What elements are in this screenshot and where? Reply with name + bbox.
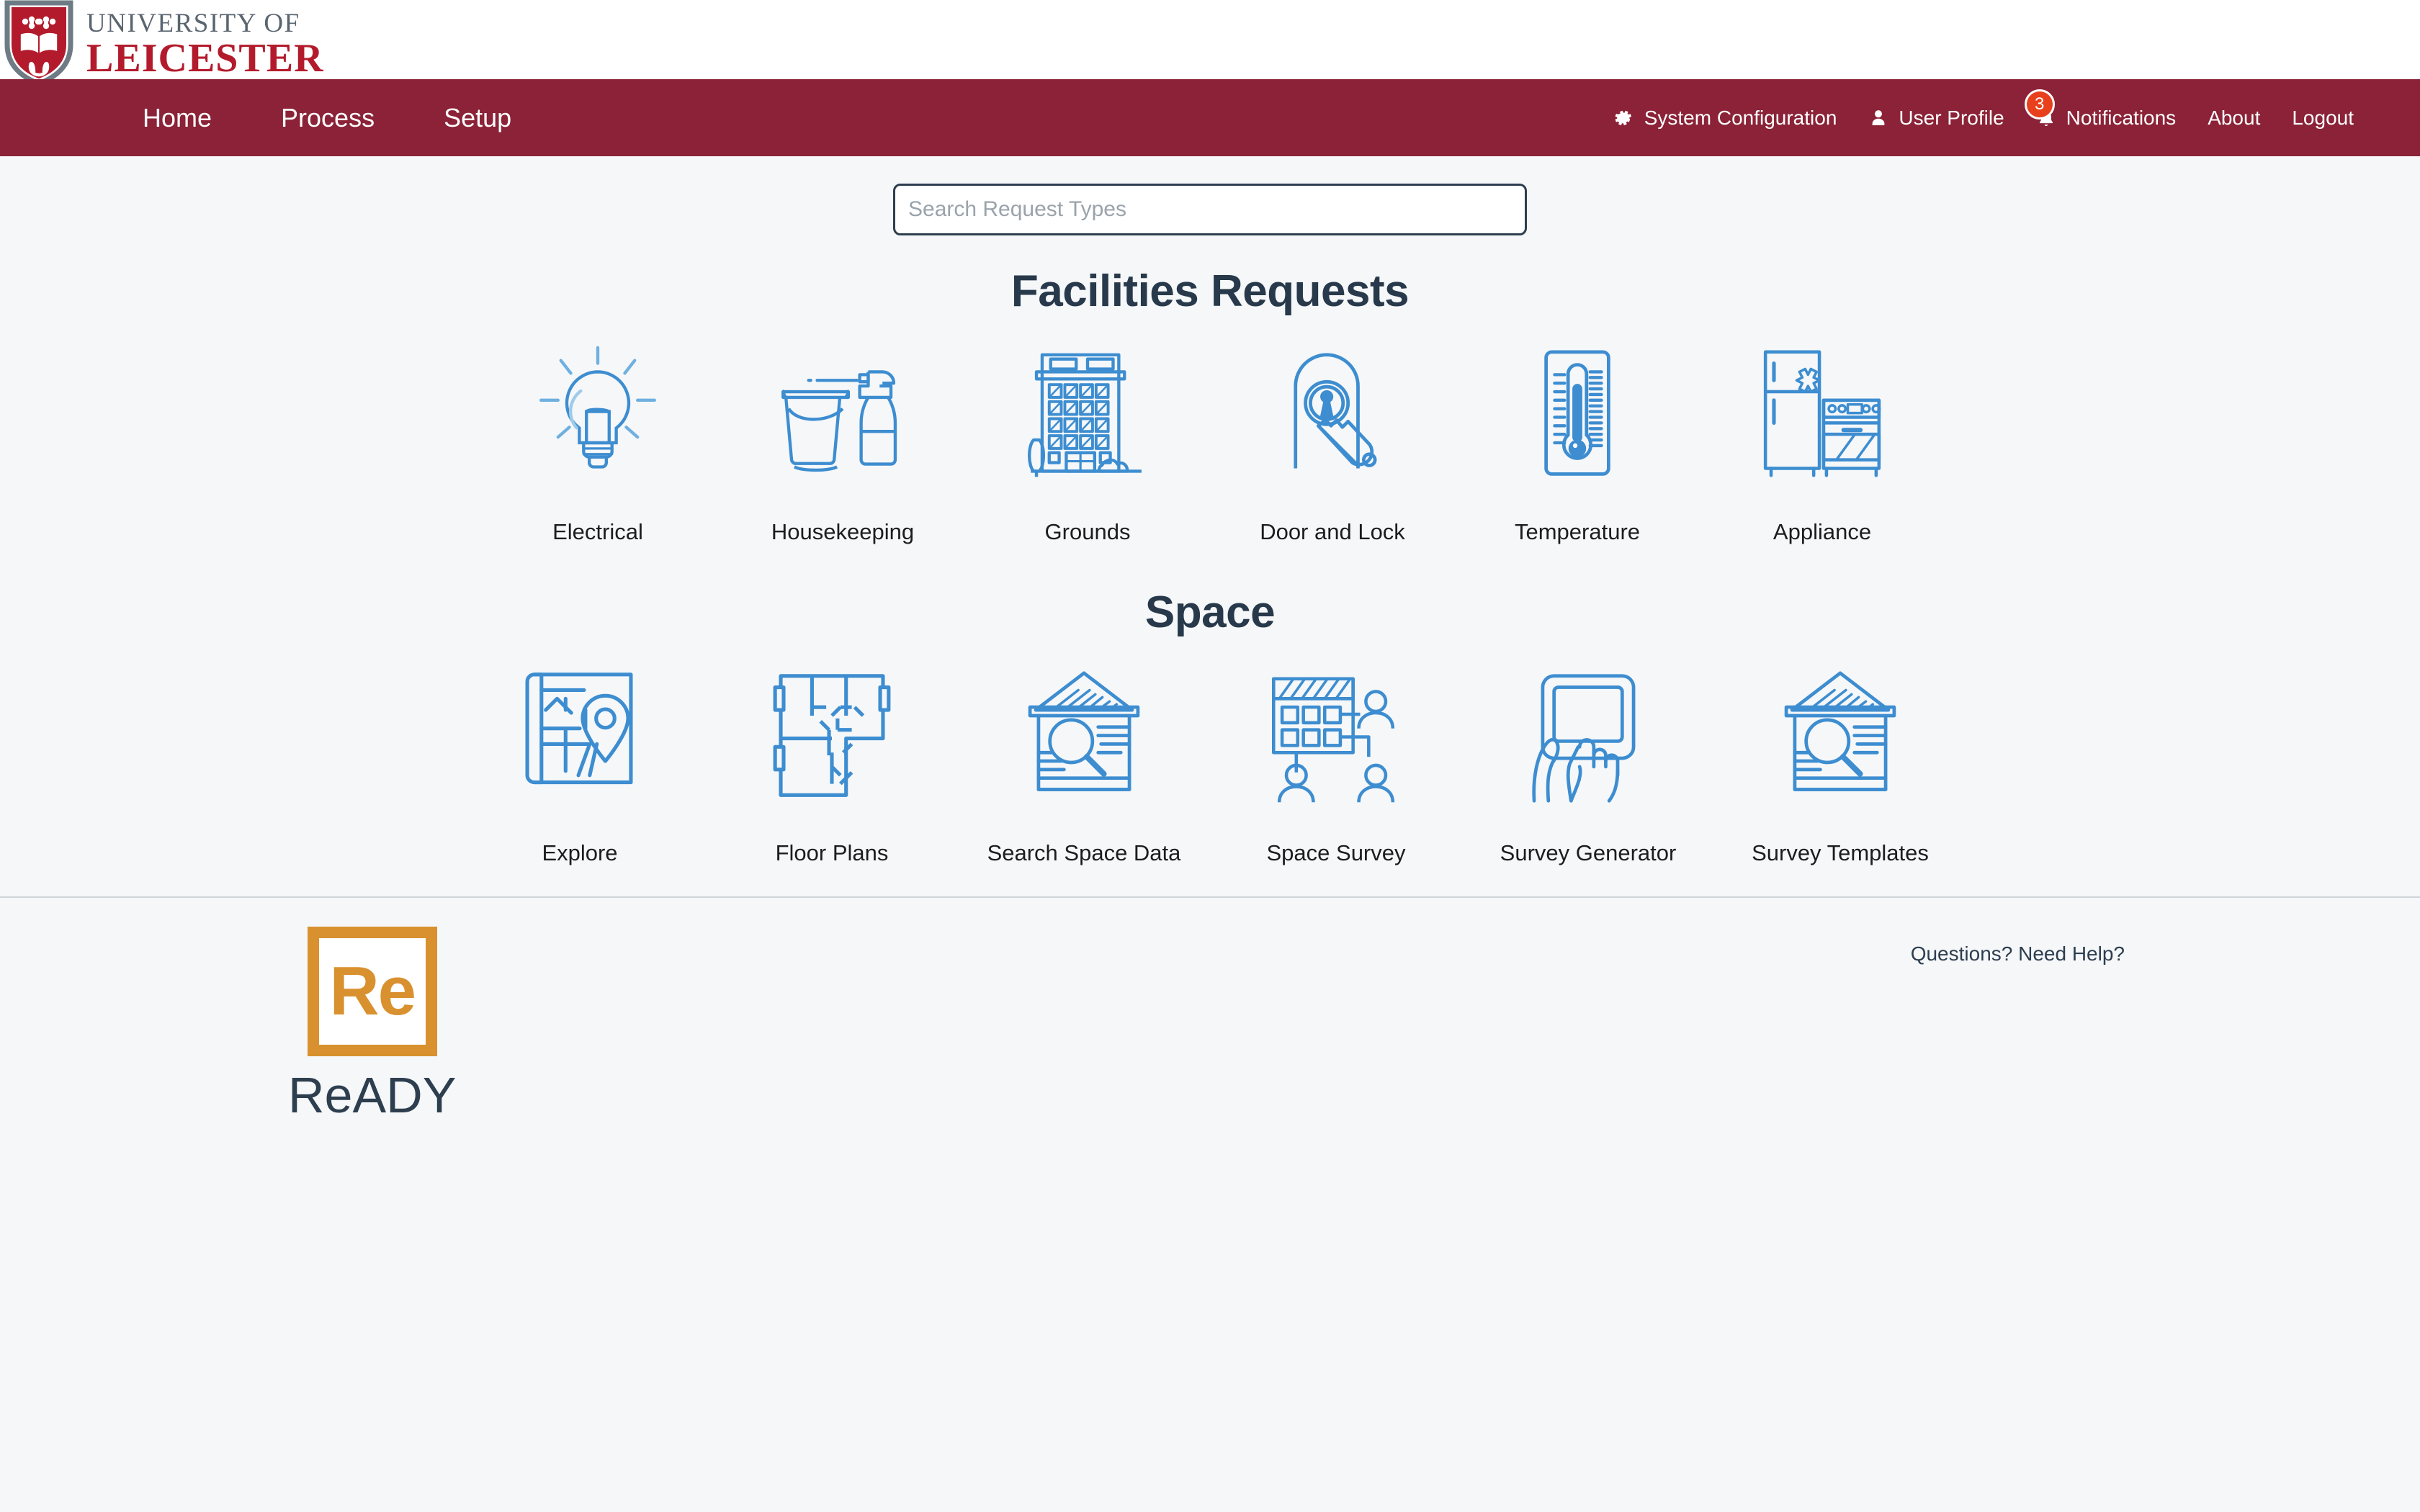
facilities-requests-tiles: Electrical Housekeeping Grounds Door and… (0, 324, 2420, 545)
search-input[interactable] (893, 184, 1527, 235)
tile-label: Grounds (1044, 519, 1131, 544)
tile-survey-generator[interactable]: Survey Generator (1462, 645, 1714, 866)
nav-item-logout[interactable]: Logout (2276, 107, 2370, 130)
tile-survey-templates[interactable]: Survey Templates (1714, 645, 1966, 866)
tile-appliance[interactable]: Appliance (1700, 324, 1945, 545)
nav-label-user-profile: User Profile (1899, 106, 2004, 129)
building-people-icon (1264, 661, 1408, 816)
nav-label-system-configuration: System Configuration (1644, 106, 1837, 129)
hand-tablet-icon (1516, 661, 1660, 816)
gear-icon (1613, 107, 1634, 129)
tile-explore[interactable]: Explore (454, 645, 706, 866)
ready-logo: Re ReADY (288, 927, 456, 1124)
ready-wordmark: ReADY (288, 1067, 457, 1123)
wordmark-line-1: UNIVERSITY OF (86, 9, 300, 38)
tile-space-survey[interactable]: Space Survey (1210, 645, 1462, 866)
map-pin-icon (508, 661, 652, 816)
tile-label: Survey Templates (1752, 840, 1929, 865)
user-icon (1868, 107, 1888, 129)
tile-label: Appliance (1773, 519, 1872, 544)
nav-item-setup[interactable]: Setup (409, 103, 546, 133)
tile-label: Floor Plans (775, 840, 889, 865)
bucket-spray-bottle-icon (771, 340, 915, 495)
section-title-facilities-requests: Facilities Requests (1010, 266, 1410, 316)
nav-item-home[interactable]: Home (108, 103, 246, 133)
nav-item-user-profile[interactable]: User Profile (1852, 107, 2020, 130)
ready-mark-box: Re (307, 927, 437, 1056)
tile-label: Housekeeping (771, 519, 915, 544)
ready-mark-text: Re (329, 953, 416, 1030)
tile-electrical[interactable]: Electrical (475, 324, 720, 545)
help-link[interactable]: Questions? Need Help? (1911, 942, 2125, 966)
nav-label-notifications: Notifications (2066, 106, 2177, 129)
primary-nav: Home Process Setup (108, 103, 546, 133)
floor-plan-icon (760, 661, 904, 816)
tile-label: Temperature (1514, 519, 1641, 544)
tile-label: Explore (542, 840, 618, 865)
tile-label: Electrical (552, 519, 643, 544)
tile-label: Door and Lock (1260, 519, 1405, 544)
lightbulb-icon (526, 340, 670, 495)
house-magnifier-icon (1768, 661, 1912, 816)
main-navigation-bar: Home Process Setup System Configuration … (0, 79, 2420, 156)
main-content: Facilities Requests Electrical (0, 156, 2420, 1200)
tile-label: Space Survey (1266, 840, 1406, 865)
tile-floor-plans[interactable]: Floor Plans (706, 645, 958, 866)
section-title-space: Space (1144, 588, 1276, 637)
nav-item-notifications[interactable]: 3 Notifications (2020, 89, 2192, 130)
house-magnifier-icon (1012, 661, 1156, 816)
page-footer: Re ReADY Questions? Need Help? (0, 898, 2420, 1200)
tile-label: Survey Generator (1500, 840, 1677, 865)
tile-label: Search Space Data (987, 840, 1181, 865)
search-area (0, 184, 2420, 235)
door-key-lock-icon (1260, 340, 1404, 495)
wordmark-line-2: LEICESTER (86, 36, 324, 81)
notifications-badge: 3 (2024, 89, 2055, 120)
tile-grounds[interactable]: Grounds (965, 324, 1210, 545)
nav-item-system-configuration[interactable]: System Configuration (1597, 107, 1853, 130)
tile-search-space-data[interactable]: Search Space Data (958, 645, 1210, 866)
fridge-stove-icon (1750, 340, 1894, 495)
space-tiles: Explore Floor Plans Search Space Data Sp… (0, 645, 2420, 866)
thermometer-icon (1505, 340, 1649, 495)
university-crest-icon (4, 0, 73, 85)
secondary-nav: System Configuration User Profile 3 Noti… (1597, 89, 2420, 130)
nav-item-process[interactable]: Process (246, 103, 409, 133)
brand-header: UNIVERSITY OF LEICESTER (0, 0, 2420, 85)
nav-item-about[interactable]: About (2192, 107, 2276, 130)
building-grounds-icon (1016, 340, 1160, 495)
tile-door-and-lock[interactable]: Door and Lock (1210, 324, 1455, 545)
tile-temperature[interactable]: Temperature (1455, 324, 1700, 545)
tile-housekeeping[interactable]: Housekeeping (720, 324, 965, 545)
university-wordmark: UNIVERSITY OF LEICESTER (86, 10, 324, 78)
